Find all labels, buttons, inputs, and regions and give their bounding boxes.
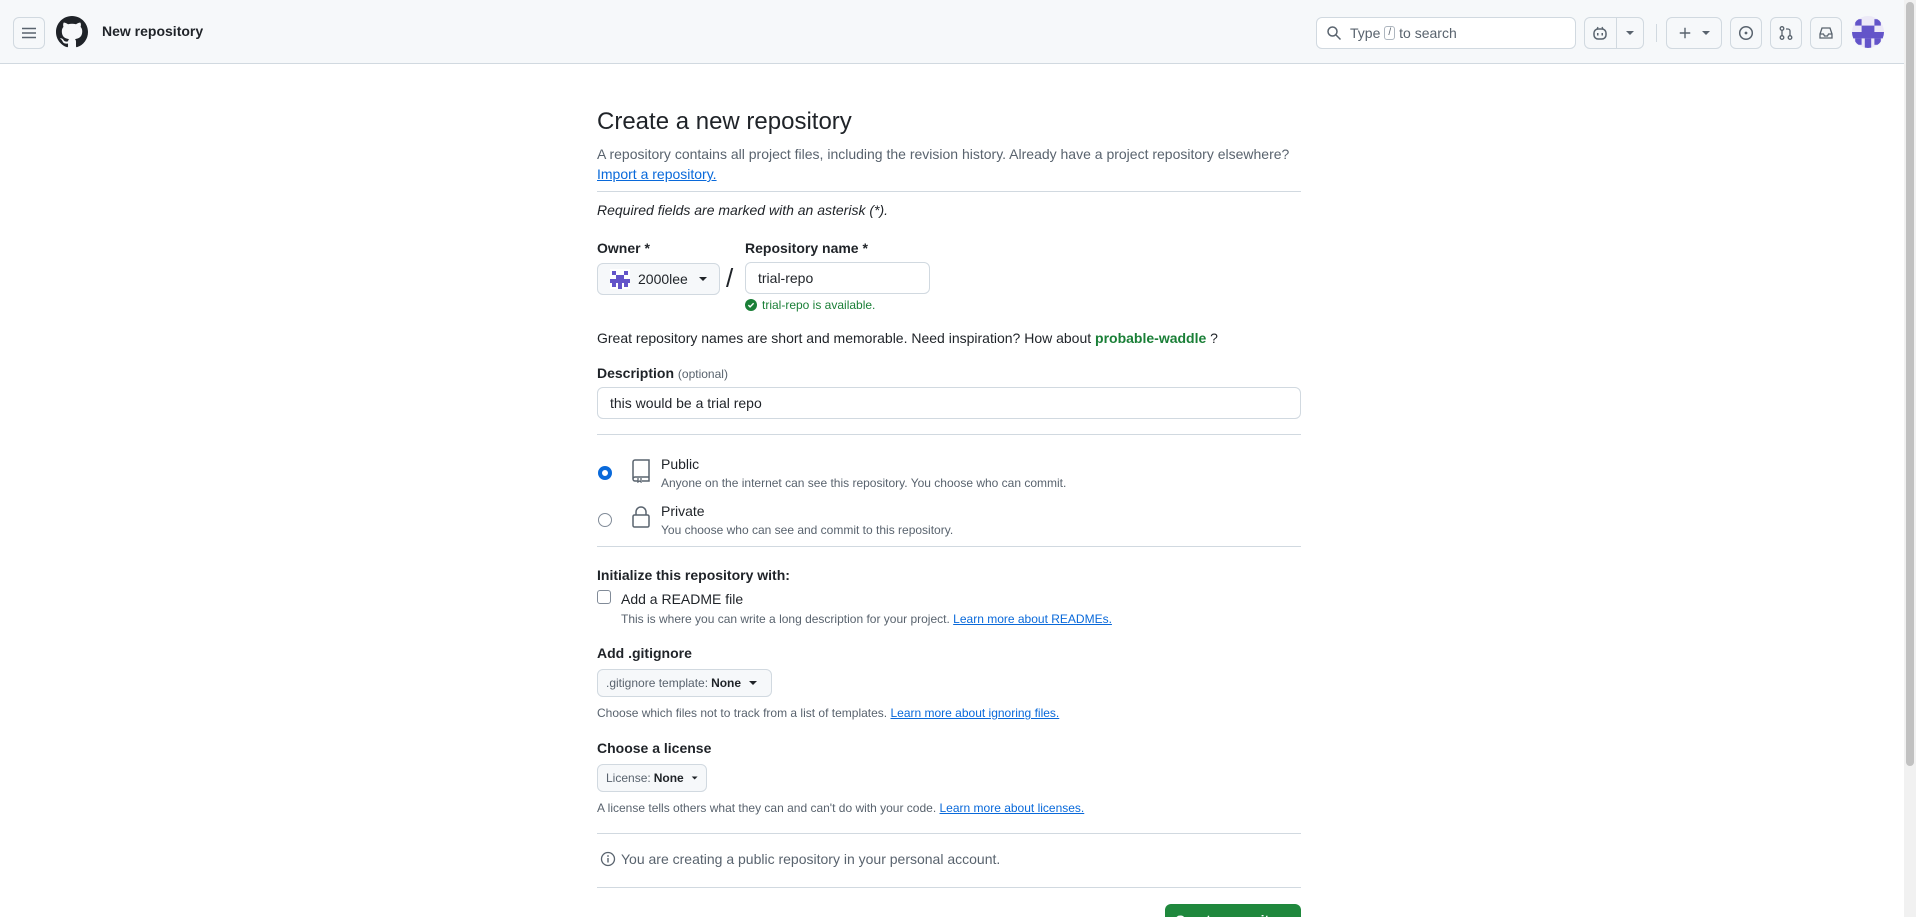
- search-prefix: Type: [1350, 25, 1381, 41]
- private-description: You choose who can see and commit to thi…: [661, 523, 954, 537]
- subtitle-text: A repository contains all project files,…: [597, 146, 1290, 162]
- description-label: Description (optional): [597, 365, 728, 381]
- identicon-avatar-icon: [1852, 16, 1884, 48]
- chevron-down-icon: [698, 277, 707, 281]
- readme-help: This is where you can write a long descr…: [621, 612, 1112, 626]
- copilot-icon: [1593, 26, 1608, 40]
- private-radio[interactable]: [598, 513, 612, 527]
- hamburger-icon: [22, 27, 36, 39]
- search-icon: [1327, 26, 1342, 41]
- optional-tag: (optional): [677, 367, 728, 381]
- public-title[interactable]: Public: [661, 456, 699, 472]
- gitignore-select-value: None: [711, 676, 742, 690]
- divider: [597, 434, 1301, 435]
- plus-icon: [1679, 27, 1690, 39]
- required-fields-note: Required fields are marked with an aster…: [597, 202, 889, 218]
- learn-ignoring-files-link[interactable]: Learn more about ignoring files.: [890, 706, 1059, 720]
- search-input[interactable]: Type / to search: [1316, 17, 1576, 49]
- description-label-text: Description: [597, 365, 675, 381]
- license-label: Choose a license: [597, 740, 712, 756]
- user-avatar[interactable]: [1852, 16, 1884, 48]
- gitignore-help: Choose which files not to track from a l…: [597, 706, 1059, 720]
- issues-button[interactable]: [1730, 17, 1762, 49]
- chevron-down-icon: [1625, 31, 1634, 35]
- github-logo-icon[interactable]: [56, 16, 88, 48]
- header-divider: [1656, 24, 1657, 42]
- lock-icon: [632, 506, 650, 528]
- owner-repo-separator: /: [726, 263, 734, 293]
- license-select-value: None: [653, 771, 684, 785]
- issue-opened-icon: [1738, 25, 1754, 41]
- page-subtitle: A repository contains all project files,…: [597, 144, 1317, 184]
- global-header: New repository Type / to search: [0, 0, 1904, 64]
- availability-status: trial-repo is available.: [745, 298, 875, 312]
- chevron-down-icon: [1701, 31, 1710, 35]
- gitignore-select-key: .gitignore template:: [606, 676, 709, 690]
- create-new-button[interactable]: [1666, 17, 1722, 49]
- gitignore-template-select[interactable]: .gitignore template: None: [597, 669, 772, 697]
- visibility-notice: You are creating a public repository in …: [600, 851, 1000, 867]
- divider: [597, 546, 1301, 547]
- inbox-button[interactable]: [1810, 17, 1842, 49]
- inspiration-text: Great repository names are short and mem…: [597, 330, 1092, 346]
- gitignore-label: Add .gitignore: [597, 645, 692, 661]
- license-select-key: License:: [606, 771, 651, 785]
- search-shortcut-key: /: [1384, 26, 1396, 40]
- scrollbar-thumb[interactable]: [1906, 2, 1914, 766]
- license-help: A license tells others what they can and…: [597, 801, 1084, 815]
- divider: [597, 887, 1301, 888]
- repo-name-label: Repository name *: [745, 240, 868, 256]
- copilot-button[interactable]: [1584, 17, 1644, 49]
- public-radio[interactable]: [598, 466, 612, 480]
- repo-icon: [632, 459, 650, 483]
- add-readme-checkbox[interactable]: [597, 590, 611, 604]
- import-repository-link[interactable]: Import a repository.: [597, 166, 717, 182]
- add-readme-label[interactable]: Add a README file: [621, 591, 743, 607]
- inspiration-end: ?: [1210, 330, 1218, 346]
- license-help-text: A license tells others what they can and…: [597, 801, 937, 815]
- chevron-down-icon: [691, 776, 698, 780]
- suggested-name-link[interactable]: probable-waddle: [1095, 330, 1206, 346]
- availability-text: trial-repo is available.: [762, 298, 876, 312]
- copilot-dropdown[interactable]: [1617, 18, 1643, 48]
- page-title: Create a new repository: [597, 108, 852, 135]
- owner-name: 2000lee: [638, 271, 688, 287]
- create-repository-button[interactable]: Create repository: [1165, 904, 1301, 917]
- gitignore-help-text: Choose which files not to track from a l…: [597, 706, 888, 720]
- header-page-title[interactable]: New repository: [102, 23, 203, 39]
- chevron-down-icon: [749, 681, 758, 685]
- divider: [597, 191, 1301, 192]
- menu-button[interactable]: [13, 17, 45, 49]
- initialize-label: Initialize this repository with:: [597, 567, 790, 583]
- owner-avatar-icon: [610, 269, 630, 289]
- git-pull-request-icon: [1779, 26, 1793, 40]
- copilot-icon-segment[interactable]: [1585, 18, 1617, 48]
- inbox-icon: [1819, 27, 1833, 39]
- pull-requests-button[interactable]: [1770, 17, 1802, 49]
- divider: [597, 833, 1301, 834]
- learn-readmes-link[interactable]: Learn more about READMEs.: [953, 612, 1112, 626]
- name-inspiration: Great repository names are short and mem…: [597, 330, 1218, 346]
- check-circle-fill-icon: [745, 299, 757, 311]
- search-suffix: to search: [1399, 25, 1457, 41]
- learn-licenses-link[interactable]: Learn more about licenses.: [940, 801, 1085, 815]
- owner-label: Owner *: [597, 240, 650, 256]
- private-title[interactable]: Private: [661, 503, 705, 519]
- owner-select[interactable]: 2000lee: [597, 263, 720, 295]
- license-select[interactable]: License: None: [597, 764, 707, 792]
- notice-text: You are creating a public repository in …: [621, 851, 1001, 867]
- repository-name-input[interactable]: trial-repo: [745, 262, 930, 294]
- info-icon: [600, 851, 616, 867]
- description-input[interactable]: this would be a trial repo: [597, 387, 1301, 419]
- readme-help-text: This is where you can write a long descr…: [621, 612, 950, 626]
- public-description: Anyone on the internet can see this repo…: [661, 476, 1067, 490]
